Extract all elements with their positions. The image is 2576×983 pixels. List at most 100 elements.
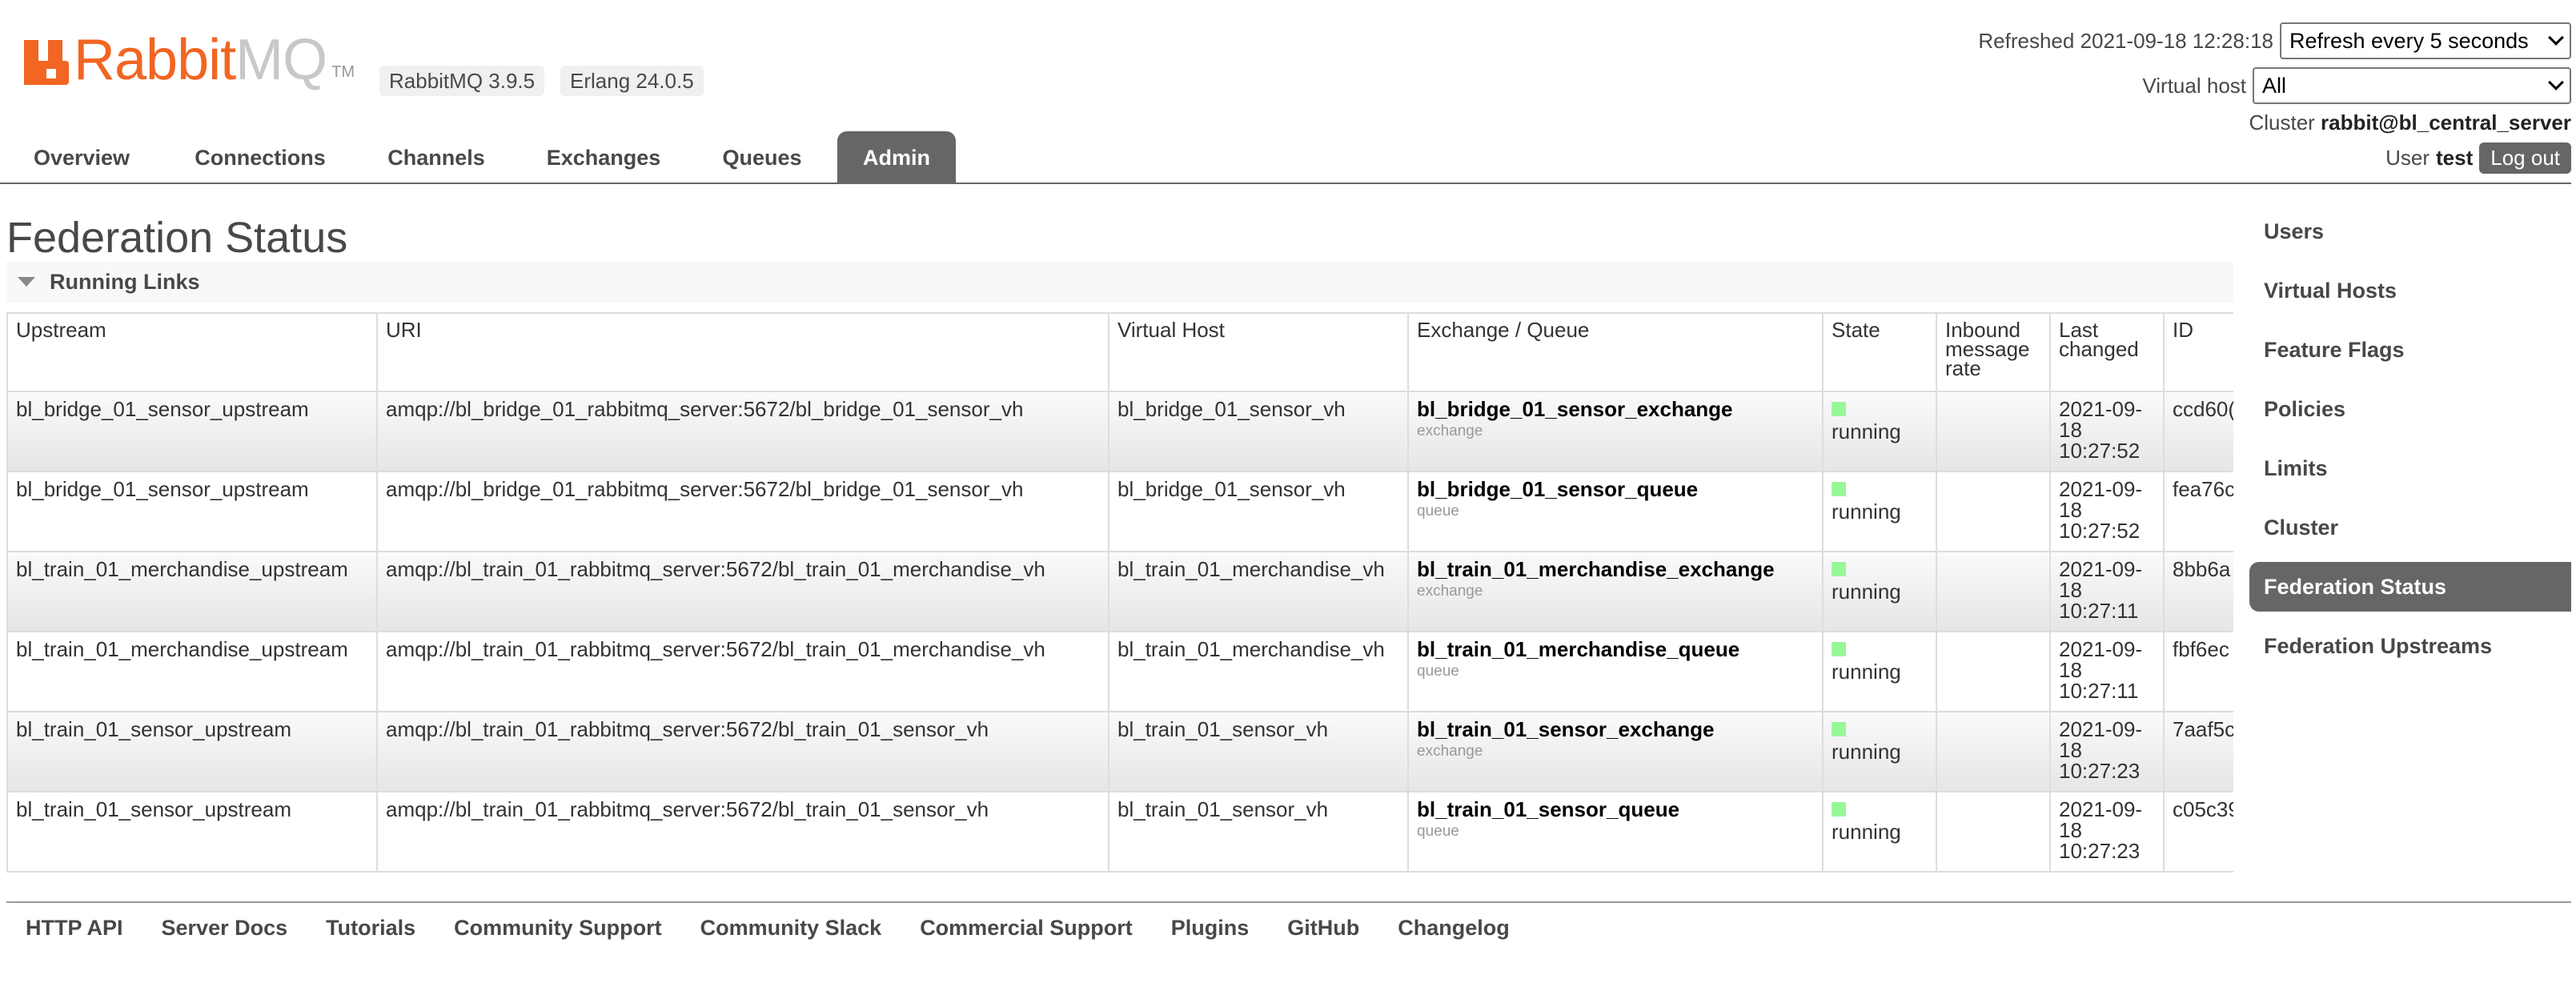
col-header-state[interactable]: State — [1822, 312, 1937, 392]
footer-links: HTTP API Server Docs Tutorials Community Su… — [6, 901, 2571, 941]
cell-exchange-queue: bl_train_01_merchandise_exchange exchange — [1407, 551, 1824, 632]
col-header-id[interactable]: ID — [2163, 312, 2233, 392]
cell-uri: amqp://bl_train_01_rabbitmq_server:5672/… — [376, 711, 1109, 792]
table-row[interactable]: bl_bridge_01_sensor_upstream amqp://bl_br… — [6, 471, 2233, 552]
exchange-queue-link[interactable]: bl_train_01_merchandise_queue — [1417, 639, 1814, 660]
footer-link-community-slack[interactable]: Community Slack — [700, 916, 882, 941]
sidebar-item-policies[interactable]: Policies — [2249, 384, 2571, 434]
cell-upstream: bl_bridge_01_sensor_upstream — [6, 471, 378, 552]
link-id: 8bb6a — [2173, 557, 2231, 581]
vhost-select[interactable]: All — [2253, 67, 2571, 104]
refresh-interval-value: Refresh every 5 seconds — [2289, 28, 2529, 53]
cell-inbound-rate — [1936, 551, 2051, 632]
cell-uri: amqp://bl_train_01_rabbitmq_server:5672/… — [376, 791, 1109, 873]
cell-uri: amqp://bl_train_01_rabbitmq_server:5672/… — [376, 631, 1109, 712]
exchange-queue-link[interactable]: bl_train_01_merchandise_exchange — [1417, 559, 1814, 580]
link-id: fea76c — [2173, 477, 2233, 501]
cell-upstream: bl_train_01_sensor_upstream — [6, 711, 378, 792]
sidebar-item-virtual-hosts[interactable]: Virtual Hosts — [2249, 266, 2571, 315]
cell-state: running — [1822, 631, 1937, 712]
cell-uri: amqp://bl_train_01_rabbitmq_server:5672/… — [376, 551, 1109, 632]
last-changed-time: 10:27:52 — [2059, 439, 2141, 463]
cell-state: running — [1822, 391, 1937, 472]
exchange-queue-type: queue — [1417, 823, 1459, 840]
page-title: Federation Status — [6, 214, 348, 262]
upstream-name: bl_train_01_merchandise_upstream — [16, 637, 348, 661]
state-text: running — [1832, 820, 1901, 844]
col-header-virtual-host[interactable]: Virtual Host — [1108, 312, 1409, 392]
tab-queues[interactable]: Queues — [703, 131, 821, 184]
cell-last-changed: 2021-09- 18 10:27:11 — [2049, 631, 2165, 712]
cell-state: running — [1822, 471, 1937, 552]
tab-exchanges[interactable]: Exchanges — [527, 131, 680, 184]
vhost-text: bl_train_01_merchandise_vh — [1117, 557, 1385, 581]
col-header-last-changed[interactable]: Last changed — [2049, 312, 2165, 392]
cell-inbound-rate — [1936, 711, 2051, 792]
rabbitmq-version-badge: RabbitMQ 3.9.5 — [379, 66, 545, 96]
cell-exchange-queue: bl_train_01_merchandise_queue queue — [1407, 631, 1824, 712]
footer-link-community-support[interactable]: Community Support — [454, 916, 661, 941]
col-header-inbound-rate[interactable]: Inbound message rate — [1936, 312, 2051, 392]
cell-id: ccd60( — [2163, 391, 2233, 472]
col-header-upstream[interactable]: Upstream — [6, 312, 378, 392]
upstream-name: bl_bridge_01_sensor_upstream — [16, 477, 309, 501]
footer-link-commercial-support[interactable]: Commercial Support — [920, 916, 1133, 941]
table-row[interactable]: bl_train_01_merchandise_upstream amqp://b… — [6, 551, 2233, 632]
sidebar-item-users[interactable]: Users — [2249, 207, 2571, 256]
chevron-down-icon — [2548, 74, 2564, 90]
cell-upstream: bl_bridge_01_sensor_upstream — [6, 391, 378, 472]
tab-channels[interactable]: Channels — [368, 131, 504, 184]
last-changed-time: 10:27:11 — [2059, 679, 2139, 703]
main-nav-tabs: Overview Connections Channels Exchanges … — [0, 131, 2571, 184]
vhost-value: All — [2262, 73, 2287, 98]
uri-text: amqp://bl_train_01_rabbitmq_server:5672/… — [386, 717, 989, 741]
exchange-queue-link[interactable]: bl_bridge_01_sensor_exchange — [1417, 399, 1814, 419]
cell-last-changed: 2021-09- 18 10:27:23 — [2049, 711, 2165, 792]
link-id: fbf6ec — [2173, 637, 2229, 661]
refresh-interval-select[interactable]: Refresh every 5 seconds — [2280, 22, 2571, 59]
exchange-queue-link[interactable]: bl_train_01_sensor_exchange — [1417, 719, 1814, 740]
table-row[interactable]: bl_train_01_sensor_upstream amqp://bl_tra… — [6, 711, 2233, 792]
uri-text: amqp://bl_bridge_01_rabbitmq_server:5672… — [386, 397, 1024, 421]
cell-exchange-queue: bl_bridge_01_sensor_queue queue — [1407, 471, 1824, 552]
footer-link-changelog[interactable]: Changelog — [1398, 916, 1510, 941]
uri-text: amqp://bl_train_01_rabbitmq_server:5672/… — [386, 797, 989, 821]
state-indicator-icon — [1832, 402, 1846, 416]
footer-link-github[interactable]: GitHub — [1287, 916, 1359, 941]
sidebar-item-federation-upstreams[interactable]: Federation Upstreams — [2249, 621, 2571, 671]
cell-virtual-host: bl_bridge_01_sensor_vh — [1108, 391, 1409, 472]
rabbitmq-logo[interactable]: RabbitMQ TM — [24, 31, 355, 89]
footer-link-plugins[interactable]: Plugins — [1171, 916, 1250, 941]
vhost-text: bl_train_01_sensor_vh — [1117, 797, 1329, 821]
tab-admin[interactable]: Admin — [837, 131, 956, 184]
table-row[interactable]: bl_bridge_01_sensor_upstream amqp://bl_br… — [6, 391, 2233, 472]
sidebar-item-cluster[interactable]: Cluster — [2249, 503, 2571, 552]
cell-exchange-queue: bl_bridge_01_sensor_exchange exchange — [1407, 391, 1824, 472]
cell-virtual-host: bl_train_01_sensor_vh — [1108, 791, 1409, 873]
cell-uri: amqp://bl_bridge_01_rabbitmq_server:5672… — [376, 391, 1109, 472]
table-row[interactable]: bl_train_01_merchandise_upstream amqp://b… — [6, 631, 2233, 712]
tab-overview[interactable]: Overview — [11, 131, 152, 184]
state-indicator-icon — [1832, 562, 1846, 576]
cell-exchange-queue: bl_train_01_sensor_queuequeue — [1407, 791, 1824, 873]
col-header-uri[interactable]: URI — [376, 312, 1109, 392]
cell-last-changed: 2021-09- 18 10:27:11 — [2049, 551, 2165, 632]
exchange-queue-link[interactable]: bl_train_01_sensor_queue — [1417, 799, 1814, 820]
footer-link-http-api[interactable]: HTTP API — [26, 916, 123, 941]
sidebar-item-feature-flags[interactable]: Feature Flags — [2249, 325, 2571, 375]
exchange-queue-link[interactable]: bl_bridge_01_sensor_queue — [1417, 479, 1814, 500]
table-header-row: Upstream URI Virtual Host Exchange / Que… — [6, 312, 2233, 392]
col-header-exchange-queue[interactable]: Exchange / Queue — [1407, 312, 1824, 392]
footer-link-tutorials[interactable]: Tutorials — [326, 916, 415, 941]
sidebar-item-federation-status[interactable]: Federation Status — [2249, 562, 2571, 612]
table-row[interactable]: bl_train_01_sensor_upstream amqp://bl_tra… — [6, 791, 2233, 873]
sidebar-item-limits[interactable]: Limits — [2249, 443, 2571, 493]
footer-link-server-docs[interactable]: Server Docs — [162, 916, 288, 941]
running-links-section-toggle[interactable]: Running Links — [6, 261, 2233, 303]
vhost-text: bl_bridge_01_sensor_vh — [1117, 477, 1346, 501]
tab-connections[interactable]: Connections — [175, 131, 346, 184]
state-indicator-icon — [1832, 642, 1846, 656]
exchange-queue-type: exchange — [1417, 583, 1483, 600]
last-changed-time: 10:27:11 — [2059, 599, 2139, 623]
collapse-triangle-icon — [18, 277, 35, 287]
